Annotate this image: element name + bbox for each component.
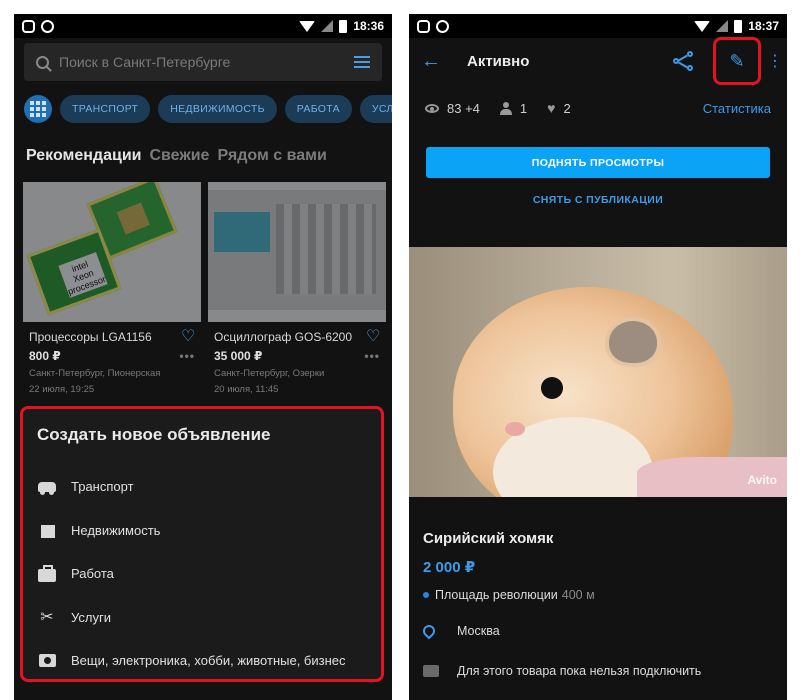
phone-screen-right: 18:37 ← Активно ✎ ⋮ 83 +4 1 ♥ 2 Статисти…: [409, 14, 787, 700]
all-categories-button[interactable]: [24, 95, 52, 123]
listing-image[interactable]: intel Xeon processor: [23, 182, 201, 322]
heart-icon: ♥: [547, 100, 556, 116]
briefcase-icon: [37, 564, 57, 583]
listing-date: 22 июля, 19:25: [29, 384, 95, 395]
raise-views-button[interactable]: ПОДНЯТЬ ПРОСМОТРЫ: [426, 147, 770, 178]
status-bar: 18:36: [14, 14, 392, 38]
location-pin-icon: [420, 622, 438, 640]
more-dots-icon[interactable]: •••: [364, 349, 380, 363]
more-vert-icon[interactable]: ⋮: [767, 51, 783, 71]
create-listing-sheet: Создать новое объявление Транспорт Недви…: [20, 406, 384, 682]
no-delivery-icon: [423, 665, 439, 677]
signal-icon: [321, 20, 334, 32]
search-icon: [36, 55, 49, 69]
favorites-count: 2: [563, 100, 571, 116]
tab-nearby[interactable]: Рядом с вами: [217, 147, 326, 165]
favorite-heart-icon[interactable]: [366, 326, 380, 346]
sheet-item-label: Транспорт: [71, 479, 134, 495]
listing-date: 20 июля, 11:45: [214, 384, 279, 395]
instagram-icon: [417, 19, 430, 33]
city-name: Москва: [457, 624, 500, 638]
listing-title: Осциллограф GOS-6200: [214, 330, 353, 344]
sheet-item-label: Работа: [71, 566, 114, 582]
sheet-item-services[interactable]: ✂ Услуги: [37, 596, 367, 640]
search-bar[interactable]: Поиск в Санкт-Петербурге: [24, 43, 382, 81]
sheet-item-realty[interactable]: Недвижимость: [37, 509, 367, 553]
instagram-icon: [22, 19, 35, 33]
status-time: 18:37: [748, 19, 779, 33]
eye-icon: [425, 103, 439, 113]
metro-station: Площадь революции 400 м: [423, 588, 595, 602]
top-app-bar: ← Активно ✎ ⋮: [409, 37, 787, 85]
pencil-icon: ✎: [729, 50, 745, 71]
listing-stats: 83 +4 1 ♥ 2 Статистика: [425, 100, 771, 116]
wifi-icon: [694, 20, 711, 32]
building-icon: [37, 521, 57, 539]
search-placeholder[interactable]: Поиск в Санкт-Петербурге: [59, 54, 354, 70]
battery-icon: [339, 19, 348, 33]
sheet-title: Создать новое объявление: [37, 425, 271, 444]
category-chips: ТРАНСПОРТ НЕДВИЖИМОСТЬ РАБОТА УСЛУГИ: [24, 94, 392, 124]
listing-price: 800 ₽: [29, 349, 61, 363]
share-icon[interactable]: [673, 51, 693, 71]
sheet-item-transport[interactable]: Транспорт: [37, 465, 367, 509]
filter-icon[interactable]: [354, 55, 370, 69]
listing-price: 35 000 ₽: [214, 349, 263, 363]
car-icon: [37, 478, 57, 496]
status-bar: 18:37: [409, 14, 787, 38]
product-title: Сирийский хомяк: [423, 530, 554, 547]
delivery-row: Для этого товара пока нельзя подключить: [423, 664, 701, 678]
tab-recommendations[interactable]: Рекомендации: [26, 147, 142, 165]
more-dots-icon[interactable]: •••: [179, 349, 195, 363]
listing-location: Санкт-Петербург, Пионерская: [29, 368, 161, 379]
status-time: 18:36: [353, 19, 384, 33]
metro-distance: 400 м: [561, 588, 595, 602]
signal-icon: [716, 20, 729, 32]
listing-location: Санкт-Петербург, Озерки: [214, 368, 325, 379]
sheet-item-jobs[interactable]: Работа: [37, 552, 367, 596]
delivery-text: Для этого товара пока нельзя подключить: [457, 664, 702, 678]
metro-name: Площадь революции: [435, 588, 558, 602]
person-icon: [499, 101, 512, 115]
sheet-item-label: Недвижимость: [71, 522, 161, 538]
battery-icon: [734, 19, 743, 33]
listing-image[interactable]: [208, 182, 386, 322]
sheet-item-label: Вещи, электроника, хобби, животные, бизн…: [71, 653, 346, 669]
sheet-item-label: Услуги: [71, 609, 111, 625]
chip-services[interactable]: УСЛУГИ: [359, 95, 392, 123]
camera-icon: [37, 652, 57, 670]
page-title: Активно: [467, 52, 530, 70]
chip-transport[interactable]: ТРАНСПОРТ: [60, 95, 151, 123]
listing-card[interactable]: Осциллограф GOS-6200 35 000 ₽ ••• Санкт-П…: [208, 182, 386, 412]
shazam-icon: [436, 19, 449, 33]
edit-pencil-button[interactable]: ✎: [713, 37, 761, 85]
product-price: 2 000 ₽: [423, 559, 476, 576]
shazam-icon: [41, 19, 54, 33]
contacts-count: 1: [519, 100, 528, 116]
scissors-icon: ✂: [40, 609, 54, 627]
unpublish-link[interactable]: СНЯТЬ С ПУБЛИКАЦИИ: [409, 194, 787, 206]
listing-photo[interactable]: Avito: [409, 247, 787, 497]
back-arrow-icon[interactable]: ←: [421, 50, 455, 73]
city-row: Москва: [420, 622, 500, 640]
chip-jobs[interactable]: РАБОТА: [284, 95, 352, 123]
listing-title: Процессоры LGA1156: [29, 330, 152, 344]
sheet-item-goods[interactable]: Вещи, электроника, хобби, животные, бизн…: [37, 639, 367, 683]
chip-realty[interactable]: НЕДВИЖИМОСТЬ: [158, 95, 277, 123]
listing-card[interactable]: intel Xeon processor Процессоры LGA1156 …: [23, 182, 201, 412]
wifi-icon: [299, 20, 316, 32]
phone-screen-left: 18:36 Поиск в Санкт-Петербурге ТРАНСПОРТ…: [14, 14, 392, 700]
feed-tabs: Рекомендации Свежие Рядом с вами: [26, 147, 327, 165]
metro-dot-icon: [423, 592, 429, 598]
statistics-link[interactable]: Статистика: [703, 101, 771, 116]
tab-fresh[interactable]: Свежие: [150, 147, 210, 165]
avito-watermark: Avito: [747, 473, 777, 487]
favorite-heart-icon[interactable]: [181, 326, 195, 346]
views-count: 83 +4: [447, 100, 480, 116]
